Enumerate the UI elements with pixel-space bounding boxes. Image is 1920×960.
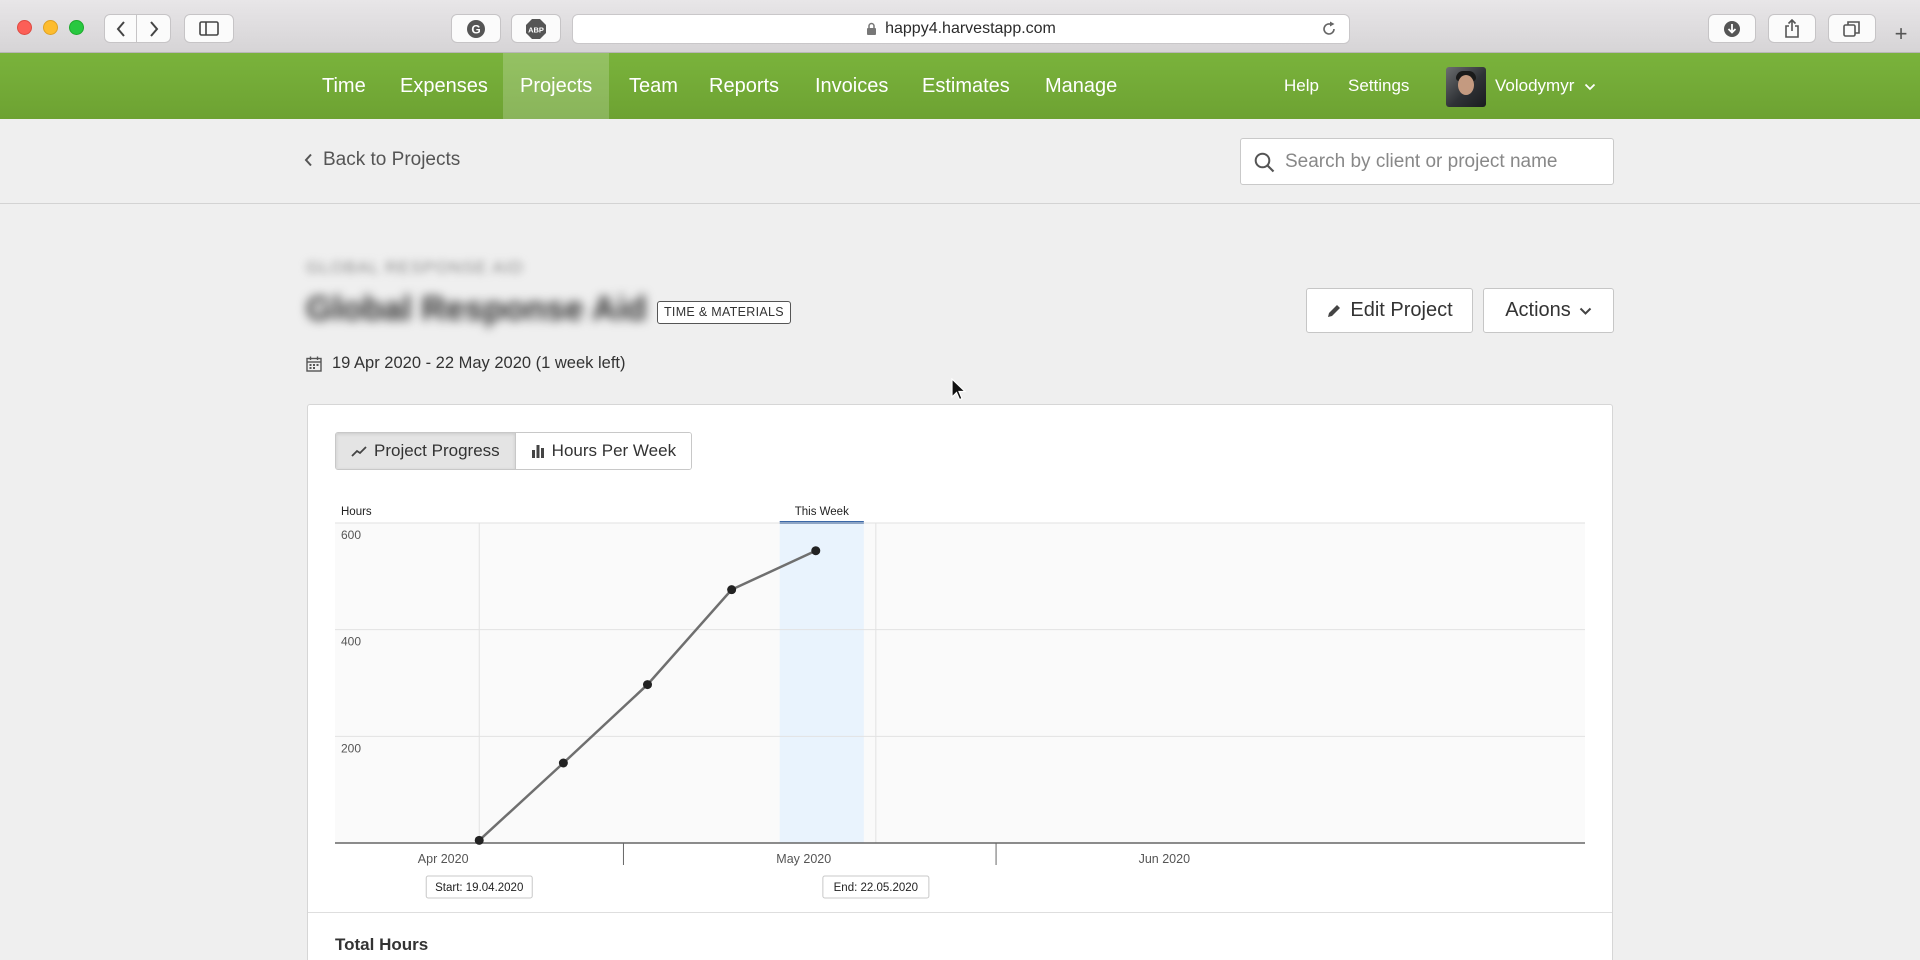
- address-bar[interactable]: happy4.harvestapp.com: [572, 14, 1350, 44]
- project-progress-card: Project Progress Hours Per Week This Wee…: [307, 404, 1613, 960]
- y-axis-label: Hours: [341, 506, 372, 518]
- zoom-window-button[interactable]: [69, 20, 84, 35]
- downloads-button[interactable]: [1708, 14, 1756, 43]
- data-point: [811, 546, 821, 556]
- chevron-right-icon: [149, 20, 158, 37]
- grammarly-letter: G: [471, 22, 480, 36]
- lock-icon: [867, 22, 877, 35]
- back-to-projects-link[interactable]: Back to Projects: [304, 149, 460, 171]
- actions-label: Actions: [1505, 299, 1571, 321]
- mouse-cursor-icon: [951, 378, 967, 401]
- chevron-down-icon: [1579, 307, 1592, 315]
- back-link-label: Back to Projects: [323, 149, 461, 170]
- tab-hours-per-week[interactable]: Hours Per Week: [514, 433, 692, 469]
- tab-project-progress[interactable]: Project Progress: [336, 433, 515, 469]
- search-icon: [1254, 152, 1275, 173]
- x-tick-label: Jun 2020: [1139, 852, 1190, 866]
- reload-icon[interactable]: [1321, 21, 1337, 37]
- card-divider: [308, 912, 1612, 913]
- grammarly-icon: G: [467, 19, 485, 38]
- project-dates: 19 Apr 2020 - 22 May 2020 (1 week left): [306, 354, 626, 373]
- share-button[interactable]: [1768, 14, 1816, 43]
- user-menu[interactable]: Volodymyr: [1495, 53, 1596, 119]
- nav-item-invoices[interactable]: Invoices: [798, 53, 905, 119]
- chart-view-toggle: Project Progress Hours Per Week: [335, 432, 693, 470]
- end-date-label: End: 22.05.2020: [834, 882, 918, 894]
- project-search[interactable]: [1240, 138, 1614, 185]
- grammarly-extension-button[interactable]: G: [451, 14, 501, 43]
- help-link[interactable]: Help: [1284, 53, 1319, 119]
- project-dates-text: 19 Apr 2020 - 22 May 2020 (1 week left): [332, 354, 626, 372]
- this-week-band: [779, 523, 864, 843]
- show-tabs-button[interactable]: [1828, 14, 1876, 43]
- browser-back-button[interactable]: [104, 14, 137, 43]
- data-point: [643, 680, 652, 690]
- start-end-markers: Start: 19.04.2020 End: 22.05.2020: [425, 875, 930, 899]
- actions-button[interactable]: Actions: [1483, 288, 1614, 333]
- data-point: [727, 585, 737, 595]
- tab-hours-per-week-label: Hours Per Week: [551, 441, 677, 460]
- edit-project-button[interactable]: Edit Project: [1306, 288, 1473, 333]
- x-tick-label: May 2020: [776, 852, 831, 866]
- line-chart-icon: [351, 446, 367, 457]
- browser-forward-button[interactable]: [137, 14, 171, 43]
- y-tick-label: 400: [341, 635, 361, 649]
- nav-item-projects[interactable]: Projects: [503, 53, 610, 119]
- edit-project-label: Edit Project: [1350, 299, 1453, 321]
- sub-header: Back to Projects: [0, 119, 1920, 204]
- download-icon: [1724, 20, 1740, 37]
- browser-toolbar: G ABP happy4.harvestapp.com +: [0, 0, 1920, 53]
- total-hours-heading: Total Hours: [335, 935, 429, 954]
- chevron-left-icon: [116, 20, 125, 37]
- share-icon: [1785, 18, 1799, 38]
- bar-chart-icon: [531, 445, 544, 458]
- settings-link[interactable]: Settings: [1348, 53, 1409, 119]
- tabs-icon: [1843, 20, 1860, 37]
- project-name: Global Response Aid: [306, 290, 647, 328]
- nav-item-time[interactable]: Time: [305, 53, 383, 119]
- search-input[interactable]: [1285, 139, 1605, 184]
- adblock-letters: ABP: [528, 25, 544, 34]
- sidebar-toggle-button[interactable]: [184, 14, 234, 43]
- plot-background: [335, 523, 1585, 843]
- client-name: GLOBAL RESPONSE AID: [306, 258, 524, 277]
- x-axis: Apr 2020 May 2020 Jun 2020: [335, 842, 1585, 866]
- close-window-button[interactable]: [17, 20, 32, 35]
- project-progress-chart: This Week Hours 200 400 600 Apr 2020 May 20…: [335, 506, 1585, 899]
- new-tab-button[interactable]: +: [1890, 23, 1912, 46]
- sidebar-icon: [199, 21, 219, 36]
- this-week-label: This Week: [795, 506, 849, 518]
- nav-item-manage[interactable]: Manage: [1028, 53, 1134, 119]
- project-type-badge: TIME & MATERIALS: [657, 301, 791, 324]
- url-text: happy4.harvestapp.com: [885, 20, 1056, 37]
- adblock-icon: ABP: [526, 18, 546, 39]
- start-date-label: Start: 19.04.2020: [435, 882, 523, 894]
- chevron-left-icon: [304, 153, 312, 167]
- nav-item-team[interactable]: Team: [612, 53, 695, 119]
- pencil-icon: [1328, 304, 1341, 317]
- nav-item-reports[interactable]: Reports: [692, 53, 796, 119]
- nav-item-estimates[interactable]: Estimates: [905, 53, 1027, 119]
- chevron-down-icon: [1584, 83, 1596, 90]
- tab-project-progress-label: Project Progress: [374, 441, 500, 460]
- data-point: [558, 758, 568, 768]
- data-point: [474, 835, 484, 845]
- avatar[interactable]: [1446, 67, 1486, 107]
- y-tick-label: 200: [341, 741, 361, 755]
- x-tick-label: Apr 2020: [418, 852, 469, 866]
- minimize-window-button[interactable]: [43, 20, 58, 35]
- adblock-extension-button[interactable]: ABP: [511, 14, 561, 43]
- user-name: Volodymyr: [1495, 76, 1575, 95]
- nav-item-expenses[interactable]: Expenses: [383, 53, 505, 119]
- y-tick-label: 600: [341, 528, 361, 542]
- main-navigation: Time Expenses Projects Team Reports Invo…: [0, 53, 1920, 119]
- calendar-icon: [306, 356, 322, 372]
